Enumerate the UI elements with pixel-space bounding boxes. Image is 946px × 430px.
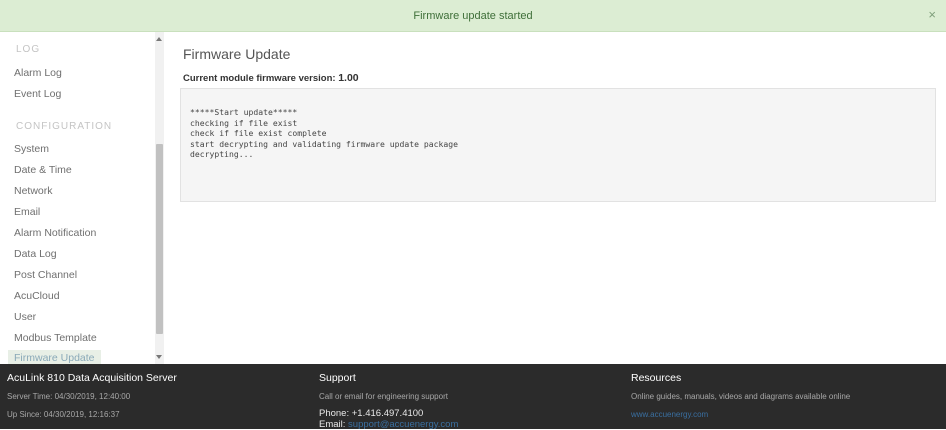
sidebar-scrollbar[interactable]	[155, 32, 164, 364]
sidebar-item-acucloud[interactable]: AcuCloud	[14, 290, 60, 302]
footer-support-email-line: Email: support@accuenergy.com	[319, 419, 458, 430]
support-email-link[interactable]: support@accuenergy.com	[348, 419, 458, 430]
sidebar-item-email[interactable]: Email	[14, 206, 40, 218]
sidebar-item-date-time[interactable]: Date & Time	[14, 164, 72, 176]
scrollbar-thumb[interactable]	[156, 144, 163, 334]
scroll-up-arrow-icon[interactable]	[156, 35, 163, 43]
firmware-version-line: Current module firmware version: 1.00	[183, 72, 359, 84]
log-line: *****Start update*****	[190, 107, 298, 117]
page-title: Firmware Update	[183, 46, 291, 62]
sidebar: LOG Alarm Log Event Log CONFIGURATION Sy…	[0, 32, 168, 364]
sidebar-item-network[interactable]: Network	[14, 185, 53, 197]
sidebar-heading-configuration: CONFIGURATION	[16, 121, 113, 132]
footer-product-title: AcuLink 810 Data Acquisition Server	[7, 372, 177, 384]
firmware-version-value: 1.00	[338, 72, 359, 84]
sidebar-item-system[interactable]: System	[14, 143, 49, 155]
log-line: check if file exist complete	[190, 128, 327, 139]
sidebar-item-modbus-template[interactable]: Modbus Template	[14, 332, 97, 344]
sidebar-item-alarm-log[interactable]: Alarm Log	[14, 67, 62, 79]
footer-support-phone: Phone: +1.416.497.4100	[319, 408, 424, 419]
footer-support-desc: Call or email for engineering support	[319, 392, 448, 401]
sidebar-item-alarm-notification[interactable]: Alarm Notification	[14, 227, 96, 239]
footer-resources-desc: Online guides, manuals, videos and diagr…	[631, 392, 851, 401]
footer-email-label: Email:	[319, 419, 346, 430]
log-line: start decrypting and validating firmware…	[190, 138, 459, 149]
footer-resources-title: Resources	[631, 372, 682, 384]
scroll-down-arrow-icon[interactable]	[156, 353, 163, 361]
footer-server-time: Server Time: 04/30/2019, 12:40:00	[7, 392, 131, 401]
sidebar-item-firmware-update[interactable]: Firmware Update	[8, 350, 101, 364]
log-line: checking if file exist	[190, 117, 298, 128]
update-log-output: *****Start update***** checking if file …	[180, 88, 936, 202]
sidebar-heading-log: LOG	[16, 44, 41, 55]
sidebar-item-data-log[interactable]: Data Log	[14, 248, 57, 260]
notification-bar: Firmware update started ×	[0, 0, 946, 32]
footer-up-since: Up Since: 04/30/2019, 12:16:37	[7, 410, 120, 419]
resources-website-link[interactable]: www.accuenergy.com	[631, 410, 708, 419]
sidebar-item-user[interactable]: User	[14, 311, 36, 323]
sidebar-item-post-channel[interactable]: Post Channel	[14, 269, 77, 281]
footer-support-title: Support	[319, 372, 356, 384]
firmware-version-label: Current module firmware version:	[183, 73, 336, 84]
close-icon[interactable]: ×	[928, 8, 936, 22]
footer: AcuLink 810 Data Acquisition Server Serv…	[0, 364, 946, 430]
sidebar-item-event-log[interactable]: Event Log	[14, 88, 61, 100]
notification-message: Firmware update started	[413, 9, 533, 22]
log-line: decrypting...	[190, 149, 254, 160]
